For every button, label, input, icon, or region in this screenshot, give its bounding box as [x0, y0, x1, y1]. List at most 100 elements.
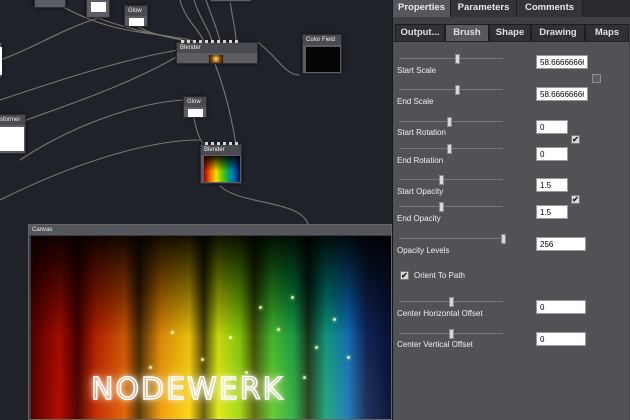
slider-knob[interactable]	[438, 175, 444, 185]
canvas-preview-window[interactable]: Canvas NODEWERK	[28, 224, 392, 420]
sparkle	[347, 356, 350, 359]
node-thumbnail	[306, 47, 340, 72]
start-rotation-input[interactable]	[536, 120, 568, 134]
center-vertical-offset-slider[interactable]	[399, 329, 503, 339]
wire	[193, 117, 206, 147]
sparkle	[149, 366, 152, 369]
node-title: sformer	[0, 115, 25, 125]
tab-comments[interactable]: Comments	[517, 0, 583, 17]
subtab-brush[interactable]: Brush	[445, 24, 489, 41]
end-opacity-slider[interactable]	[399, 202, 503, 212]
start-scale-label: Start Scale	[397, 66, 437, 75]
node-thumbnail	[209, 55, 223, 63]
node-title: Blender	[177, 43, 257, 53]
node-thumbnail	[91, 2, 106, 12]
panel-tabs: Properties Parameters Comments	[393, 0, 630, 17]
slider-knob[interactable]	[446, 144, 452, 154]
slider-knob[interactable]	[455, 54, 461, 64]
start-opacity-slider[interactable]	[399, 175, 503, 185]
rotation-link-checkbox[interactable]: ✔	[571, 135, 580, 144]
slider-knob[interactable]	[501, 234, 506, 244]
node-editor[interactable]: Glow Blender Color Field Glow sformer Bl…	[0, 0, 392, 420]
opacity-levels-input[interactable]	[536, 237, 586, 251]
opacity-levels-slider[interactable]	[399, 234, 506, 244]
sparkle	[201, 358, 204, 361]
wire	[179, 0, 205, 43]
subtab-drawing[interactable]: Drawing	[531, 24, 585, 41]
scale-link-checkbox[interactable]	[592, 74, 601, 83]
slider-knob[interactable]	[438, 202, 444, 212]
tab-properties[interactable]: Properties	[393, 0, 451, 17]
node-thumbnail	[0, 47, 2, 75]
center-horizontal-offset-slider[interactable]	[399, 297, 503, 307]
properties-panel: Properties Parameters Comments Output...…	[392, 0, 630, 420]
center-horizontal-offset-label: Center Horizontal Offset	[397, 309, 483, 318]
node-thumbnail	[204, 156, 240, 182]
end-rotation-input[interactable]	[536, 147, 568, 161]
wire	[229, 0, 237, 43]
sparkle	[303, 376, 306, 379]
end-rotation-slider[interactable]	[399, 144, 503, 154]
end-opacity-input[interactable]	[536, 205, 568, 219]
property-subtabs: Output... Brush Shape Drawing Maps	[395, 24, 629, 41]
wire	[219, 185, 309, 225]
brush-settings: Start Scale End Scale Start Rotation ✔ E…	[393, 41, 629, 420]
center-vertical-offset-label: Center Vertical Offset	[397, 340, 473, 349]
start-opacity-input[interactable]	[536, 178, 568, 192]
node-glow-mid[interactable]: Glow	[183, 96, 207, 118]
start-rotation-label: Start Rotation	[397, 128, 446, 137]
slider-knob[interactable]	[455, 85, 461, 95]
wire	[0, 17, 99, 61]
node-glow-top[interactable]: Glow	[124, 5, 148, 27]
wire	[205, 0, 221, 43]
wire	[0, 139, 201, 201]
node-thumbnail	[0, 127, 24, 151]
subtab-maps[interactable]: Maps	[585, 24, 629, 41]
sparkle	[315, 346, 318, 349]
center-horizontal-offset-input[interactable]	[536, 300, 586, 314]
node-blender-top[interactable]: Blender	[176, 40, 258, 64]
node-title: Glow	[184, 97, 206, 107]
sparkle	[333, 318, 336, 321]
end-scale-slider[interactable]	[399, 85, 503, 95]
slider-knob[interactable]	[449, 297, 454, 307]
node-transformer[interactable]: sformer	[0, 114, 26, 154]
start-scale-slider[interactable]	[399, 54, 503, 64]
wire	[19, 99, 191, 161]
wire	[193, 0, 213, 43]
node-partial-top[interactable]	[34, 0, 66, 8]
node-blender-mid[interactable]: Blender	[200, 142, 242, 184]
opacity-link-checkbox[interactable]: ✔	[571, 195, 580, 204]
wire	[257, 41, 301, 76]
subtab-shape[interactable]: Shape	[489, 24, 531, 41]
end-rotation-label: End Rotation	[397, 156, 444, 165]
end-scale-label: End Scale	[397, 97, 434, 106]
node-color-field[interactable]: Color Field	[302, 34, 342, 74]
node-partial-top-right[interactable]	[210, 0, 252, 2]
input-ports[interactable]	[205, 142, 238, 145]
start-rotation-slider[interactable]	[399, 117, 503, 127]
tab-parameters[interactable]: Parameters	[451, 0, 517, 17]
slider-knob[interactable]	[446, 117, 452, 127]
canvas-title: Canvas	[29, 225, 391, 235]
wire	[0, 49, 179, 101]
subtab-output[interactable]: Output...	[395, 24, 445, 41]
canvas-render: NODEWERK	[31, 236, 391, 419]
canvas-artwork-text: NODEWERK	[90, 371, 285, 408]
opacity-levels-label: Opacity Levels	[397, 246, 450, 255]
node-image-top[interactable]	[86, 0, 110, 18]
start-scale-input[interactable]	[536, 55, 588, 69]
center-vertical-offset-input[interactable]	[536, 332, 586, 346]
wire	[0, 54, 181, 131]
input-ports[interactable]	[181, 40, 238, 43]
sparkle	[259, 306, 262, 309]
wire	[214, 63, 237, 146]
start-opacity-label: Start Opacity	[397, 187, 444, 196]
slider-knob[interactable]	[449, 329, 454, 339]
sparkle	[291, 296, 294, 299]
end-scale-input[interactable]	[536, 87, 588, 101]
orient-to-path-checkbox[interactable]: ✔	[400, 271, 409, 280]
sparkle	[277, 328, 280, 331]
node-partial-left[interactable]	[0, 42, 2, 78]
node-thumbnail	[129, 18, 144, 26]
